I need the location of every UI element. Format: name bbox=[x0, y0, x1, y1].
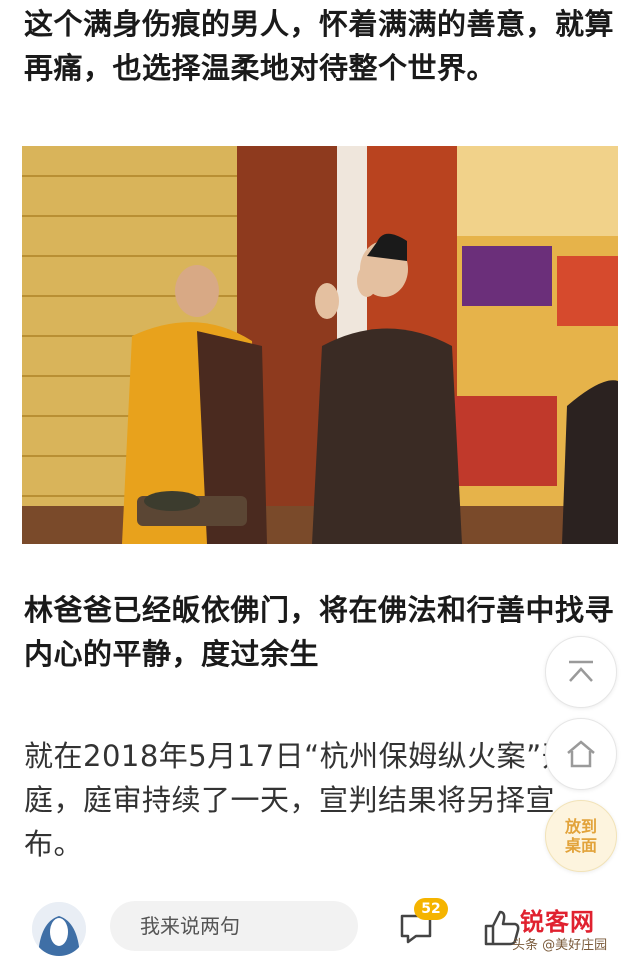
user-avatar[interactable] bbox=[32, 902, 86, 956]
article-photo[interactable] bbox=[22, 146, 618, 544]
article-paragraph-subheading: 林爸爸已经皈依佛门，将在佛法和行善中找寻内心的平静，度过余生 bbox=[24, 593, 615, 671]
avatar-icon bbox=[32, 902, 86, 956]
home-icon bbox=[567, 740, 595, 768]
back-to-top-icon bbox=[569, 660, 593, 682]
add-to-desktop-button[interactable]: 放到 桌面 bbox=[545, 800, 617, 872]
article-paragraph-intro: 这个满身伤痕的男人，怀着满满的善意，就算再痛，也选择温柔地对待整个世界。 bbox=[24, 7, 615, 85]
watermark-logo: 锐客网 bbox=[520, 908, 595, 936]
comment-count-badge: 52 bbox=[414, 898, 448, 920]
home-button[interactable] bbox=[545, 718, 617, 790]
ceremony-photo-illustration bbox=[22, 146, 618, 544]
bottom-action-bar: 52 锐客网 头条 @美好庄园 bbox=[0, 888, 640, 961]
article-paragraph-body: 就在2018年5月17日“杭州保姆纵火案”开庭，庭审持续了一天，宣判结果将另择宣… bbox=[24, 739, 572, 861]
comment-input[interactable] bbox=[110, 901, 358, 951]
watermark-caption: 头条 @美好庄园 bbox=[512, 938, 608, 953]
add-to-desktop-label-line2: 桌面 bbox=[564, 836, 597, 855]
add-to-desktop-label-line1: 放到 bbox=[564, 817, 597, 836]
back-to-top-button[interactable] bbox=[545, 636, 617, 708]
